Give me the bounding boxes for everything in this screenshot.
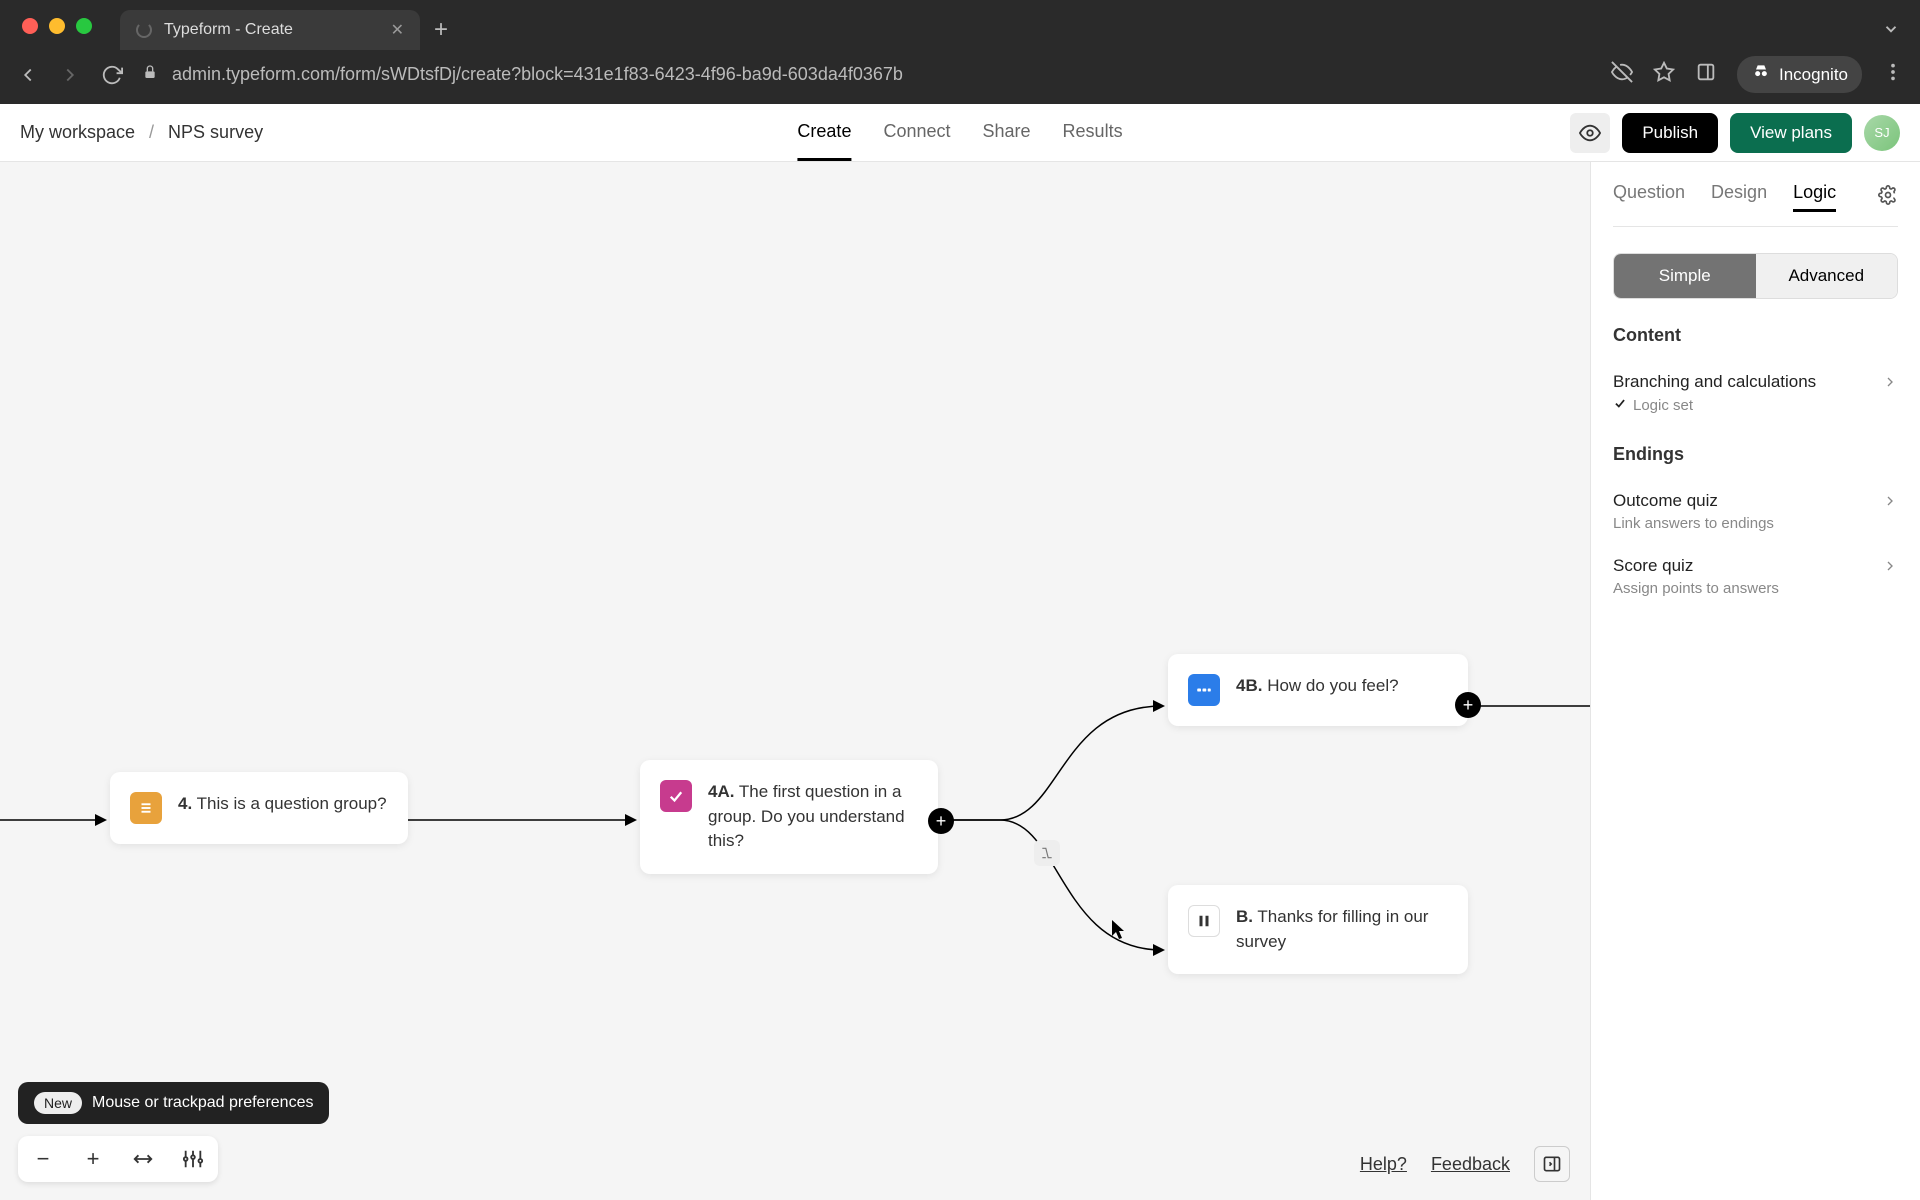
browser-back-button[interactable] bbox=[16, 63, 40, 87]
feedback-link[interactable]: Feedback bbox=[1431, 1154, 1510, 1175]
loading-spinner-icon bbox=[136, 22, 152, 38]
score-title: Score quiz bbox=[1613, 556, 1898, 576]
zoom-in-button[interactable]: + bbox=[68, 1136, 118, 1182]
app-header: My workspace / NPS survey Create Connect… bbox=[0, 104, 1920, 162]
chevron-right-icon bbox=[1882, 493, 1898, 514]
add-branch-button[interactable]: + bbox=[928, 808, 954, 834]
fit-width-button[interactable] bbox=[118, 1136, 168, 1182]
node-label: 4A. The first question in a group. Do yo… bbox=[708, 780, 918, 854]
zoom-toolbar: − + bbox=[18, 1136, 218, 1182]
preview-button[interactable] bbox=[1570, 113, 1610, 153]
ending-icon bbox=[1188, 905, 1220, 937]
logic-canvas[interactable]: 4. This is a question group? 4A. The fir… bbox=[0, 162, 1590, 1200]
yesno-icon bbox=[660, 780, 692, 812]
new-tab-button[interactable]: + bbox=[434, 16, 448, 44]
window-minimize[interactable] bbox=[49, 18, 65, 34]
segment-advanced[interactable]: Advanced bbox=[1756, 254, 1898, 298]
tab-results[interactable]: Results bbox=[1063, 105, 1123, 161]
main-tabs: Create Connect Share Results bbox=[797, 105, 1122, 161]
outcome-title: Outcome quiz bbox=[1613, 491, 1898, 511]
section-endings-title: Endings bbox=[1613, 444, 1898, 465]
window-close[interactable] bbox=[22, 18, 38, 34]
branching-item[interactable]: Branching and calculations Logic set bbox=[1613, 360, 1898, 426]
cursor-icon bbox=[1112, 920, 1128, 945]
url-text: admin.typeform.com/form/sWDtsfDj/create?… bbox=[172, 64, 903, 85]
browser-menu-icon[interactable] bbox=[1882, 61, 1904, 88]
tooltip-text: Mouse or trackpad preferences bbox=[92, 1094, 313, 1112]
incognito-badge[interactable]: Incognito bbox=[1737, 56, 1862, 93]
preferences-tooltip[interactable]: New Mouse or trackpad preferences bbox=[18, 1082, 329, 1124]
tab-title: Typeform - Create bbox=[164, 21, 379, 39]
tab-create[interactable]: Create bbox=[797, 105, 851, 161]
star-icon[interactable] bbox=[1653, 61, 1675, 88]
node-label: 4. This is a question group? bbox=[178, 792, 387, 817]
view-plans-button[interactable]: View plans bbox=[1730, 113, 1852, 153]
breadcrumb-workspace[interactable]: My workspace bbox=[20, 122, 135, 143]
url-bar: admin.typeform.com/form/sWDtsfDj/create?… bbox=[0, 56, 1920, 93]
logic-mode-segmented: Simple Advanced bbox=[1613, 253, 1898, 299]
canvas-bottom-left: New Mouse or trackpad preferences − + bbox=[18, 1082, 329, 1182]
zoom-out-button[interactable]: − bbox=[18, 1136, 68, 1182]
browser-tab[interactable]: Typeform - Create ✕ bbox=[120, 10, 420, 50]
tab-connect[interactable]: Connect bbox=[883, 105, 950, 161]
settings-sliders-button[interactable] bbox=[168, 1136, 218, 1182]
panel-tab-logic[interactable]: Logic bbox=[1793, 182, 1836, 212]
score-sub: Assign points to answers bbox=[1613, 580, 1898, 597]
publish-button[interactable]: Publish bbox=[1622, 113, 1718, 153]
chevron-right-icon bbox=[1882, 374, 1898, 395]
tabs-dropdown-icon[interactable] bbox=[1882, 20, 1900, 43]
section-content-title: Content bbox=[1613, 325, 1898, 346]
chevron-right-icon bbox=[1882, 558, 1898, 579]
incognito-label: Incognito bbox=[1779, 65, 1848, 85]
extensions-icon[interactable] bbox=[1695, 61, 1717, 88]
node-question-4b[interactable]: 4B. How do you feel? bbox=[1168, 654, 1468, 726]
gear-icon[interactable] bbox=[1878, 185, 1898, 210]
incognito-icon bbox=[1751, 62, 1771, 87]
group-icon bbox=[130, 792, 162, 824]
branching-title: Branching and calculations bbox=[1613, 372, 1898, 392]
eye-off-icon[interactable] bbox=[1611, 61, 1633, 88]
segment-simple[interactable]: Simple bbox=[1614, 254, 1756, 298]
window-maximize[interactable] bbox=[76, 18, 92, 34]
eye-icon bbox=[1579, 122, 1601, 144]
panel-tab-design[interactable]: Design bbox=[1711, 182, 1767, 212]
url-field[interactable]: admin.typeform.com/form/sWDtsfDj/create?… bbox=[142, 64, 1593, 85]
score-quiz-item[interactable]: Score quiz Assign points to answers bbox=[1613, 544, 1898, 609]
node-ending-b[interactable]: B. Thanks for filling in our survey bbox=[1168, 885, 1468, 974]
check-icon bbox=[1613, 396, 1627, 414]
breadcrumb-separator: / bbox=[149, 122, 154, 143]
header-actions: Publish View plans SJ bbox=[1570, 113, 1900, 153]
node-question-4a[interactable]: 4A. The first question in a group. Do yo… bbox=[640, 760, 938, 874]
outcome-quiz-item[interactable]: Outcome quiz Link answers to endings bbox=[1613, 479, 1898, 544]
node-question-4[interactable]: 4. This is a question group? bbox=[110, 772, 408, 844]
outcome-sub: Link answers to endings bbox=[1613, 515, 1898, 532]
avatar[interactable]: SJ bbox=[1864, 115, 1900, 151]
tab-share[interactable]: Share bbox=[983, 105, 1031, 161]
tab-close-icon[interactable]: ✕ bbox=[391, 20, 404, 40]
node-label: B. Thanks for filling in our survey bbox=[1236, 905, 1448, 954]
add-branch-button[interactable]: + bbox=[1455, 692, 1481, 718]
panel-tab-question[interactable]: Question bbox=[1613, 182, 1685, 212]
panel-tabs: Question Design Logic bbox=[1613, 162, 1898, 227]
browser-chrome: Typeform - Create ✕ + admin.typeform.com… bbox=[0, 0, 1920, 104]
right-panel: Question Design Logic Simple Advanced Co… bbox=[1590, 162, 1920, 1200]
breadcrumb-form[interactable]: NPS survey bbox=[168, 122, 263, 143]
browser-reload-button[interactable] bbox=[100, 63, 124, 87]
opinion-scale-icon bbox=[1188, 674, 1220, 706]
breadcrumb: My workspace / NPS survey bbox=[20, 122, 263, 143]
branching-sub: Logic set bbox=[1613, 396, 1898, 414]
browser-forward-button[interactable] bbox=[58, 63, 82, 87]
collapse-panel-button[interactable] bbox=[1534, 1146, 1570, 1182]
node-label: 4B. How do you feel? bbox=[1236, 674, 1399, 699]
canvas-bottom-right: Help? Feedback bbox=[1360, 1146, 1570, 1182]
lock-icon bbox=[142, 64, 158, 85]
browser-tab-bar: Typeform - Create ✕ + bbox=[120, 10, 448, 50]
branch-condition-icon[interactable] bbox=[1034, 840, 1060, 866]
url-bar-right: Incognito bbox=[1611, 56, 1904, 93]
new-badge: New bbox=[34, 1092, 82, 1114]
help-link[interactable]: Help? bbox=[1360, 1154, 1407, 1175]
